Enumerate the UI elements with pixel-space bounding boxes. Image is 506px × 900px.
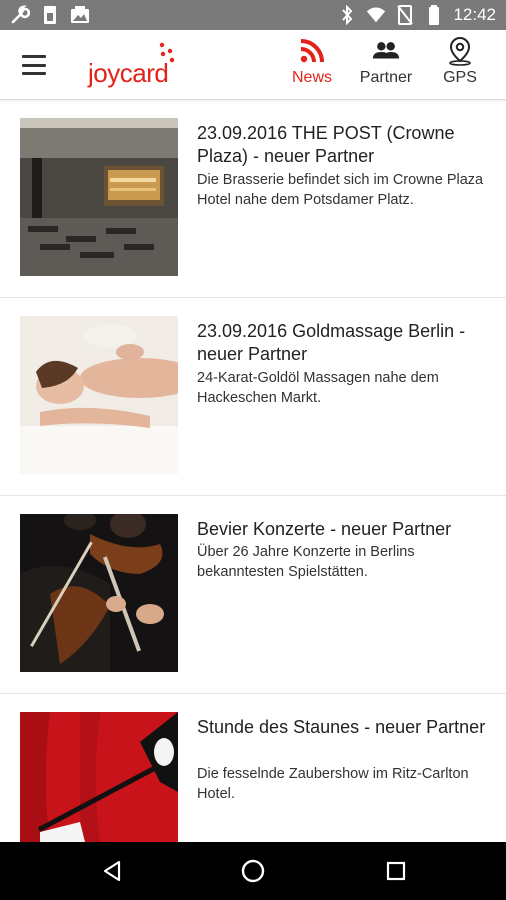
wifi-icon xyxy=(366,5,386,25)
news-item[interactable]: 23.09.2016 THE POST (Crowne Plaza) - neu… xyxy=(0,100,506,298)
location-pin-icon xyxy=(445,36,475,66)
news-description: Über 26 Jahre Konzerte in Berlins bekann… xyxy=(197,544,415,580)
people-icon xyxy=(371,36,401,66)
image-icon xyxy=(70,5,90,25)
tab-gps-label: GPS xyxy=(443,69,477,86)
rss-icon xyxy=(297,36,327,66)
recents-icon[interactable] xyxy=(381,856,411,886)
news-item[interactable]: Bevier Konzerte - neuer Partner Über 26 … xyxy=(0,496,506,694)
violinists-photo xyxy=(20,514,178,672)
back-icon[interactable] xyxy=(97,856,127,886)
status-bar: 12:42 xyxy=(0,0,506,30)
magician-wand-photo xyxy=(20,712,178,842)
system-nav-bar xyxy=(0,842,506,900)
logo-dots-icon xyxy=(159,42,175,63)
news-description: 24-Karat-Goldöl Massagen nahe dem Hackes… xyxy=(197,370,439,406)
massage-photo xyxy=(20,316,178,474)
bluetooth-icon xyxy=(337,5,357,25)
sim-card-icon xyxy=(40,5,60,25)
news-title: 23.09.2016 Goldmassage Berlin - neuer Pa… xyxy=(197,321,466,364)
tab-partner-label: Partner xyxy=(359,69,413,86)
news-description: Die Brasserie befindet sich im Crowne Pl… xyxy=(197,172,484,208)
tab-gps[interactable]: GPS xyxy=(436,36,484,94)
wrench-icon xyxy=(10,5,30,25)
news-item[interactable]: 23.09.2016 Goldmassage Berlin - neuer Pa… xyxy=(0,298,506,496)
tab-news-label: News xyxy=(291,69,332,86)
news-list: 23.09.2016 THE POST (Crowne Plaza) - neu… xyxy=(0,100,506,842)
news-description: Die fesselnde Zaubershow im Ritz-Carlton… xyxy=(197,766,469,802)
restaurant-interior-photo xyxy=(20,118,178,276)
tab-news[interactable]: News xyxy=(286,36,338,94)
no-sim-icon xyxy=(395,5,415,25)
news-title: 23.09.2016 THE POST (Crowne Plaza) - neu… xyxy=(197,123,455,166)
battery-icon xyxy=(424,5,444,25)
news-title: Bevier Konzerte - neuer Partner xyxy=(197,519,452,539)
joycard-logo: joycard xyxy=(88,40,188,92)
app-bar: joycard News Partner GPS xyxy=(0,30,506,100)
news-item[interactable]: Stunde des Staunes - neuer Partner Die f… xyxy=(0,694,506,842)
hamburger-icon[interactable] xyxy=(20,52,48,78)
status-time: 12:42 xyxy=(453,5,496,24)
home-icon[interactable] xyxy=(238,856,268,886)
tab-partner[interactable]: Partner xyxy=(354,36,418,94)
news-title: Stunde des Staunes - neuer Partner xyxy=(197,717,486,737)
